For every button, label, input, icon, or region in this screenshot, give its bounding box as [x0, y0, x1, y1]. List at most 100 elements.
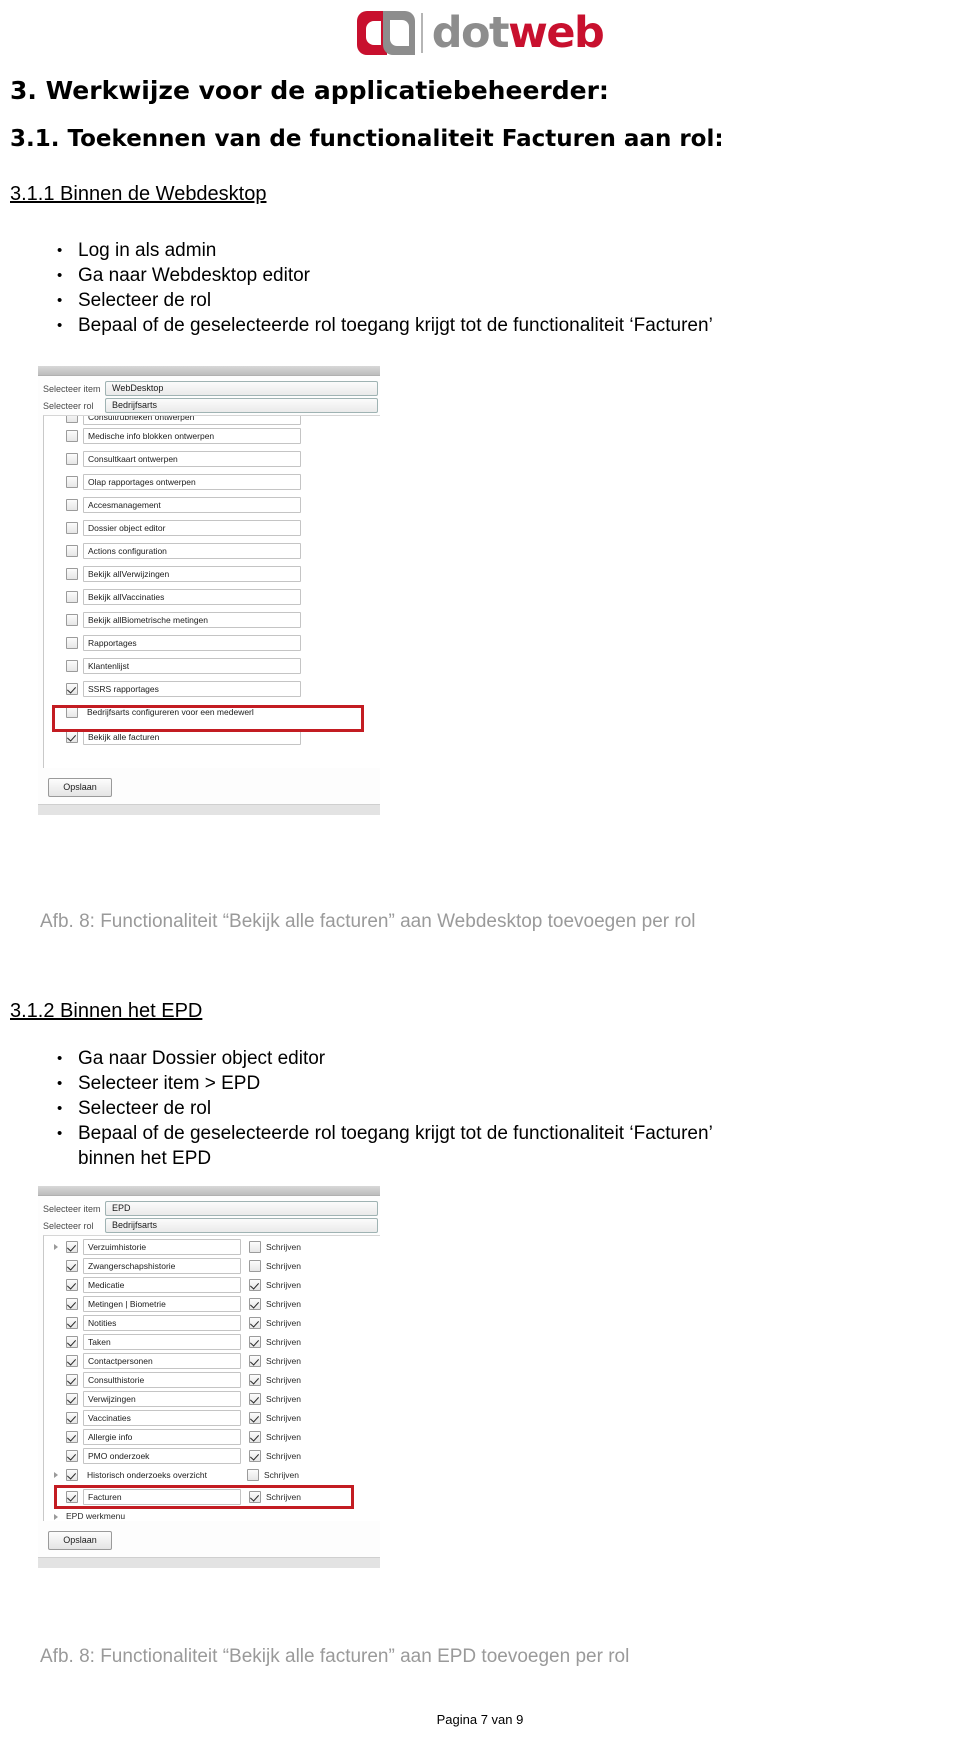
table-row[interactable]: Metingen | Biometrie Schrijven	[44, 1294, 380, 1313]
permission-checkbox[interactable]	[66, 590, 78, 603]
table-row[interactable]: Verzuimhistorie Schrijven	[44, 1237, 380, 1256]
epd-permission-list[interactable]: Verzuimhistorie Schrijven Zwangerschapsh…	[43, 1235, 380, 1521]
write-permission-cell[interactable]: Schrijven	[249, 1240, 301, 1253]
table-row[interactable]: Dossier object editor	[44, 518, 380, 537]
select-item-dropdown[interactable]: EPD	[105, 1201, 378, 1216]
write-checkbox[interactable]	[249, 1411, 261, 1424]
table-row[interactable]: PMO onderzoek Schrijven	[44, 1446, 380, 1465]
write-checkbox[interactable]	[249, 1490, 261, 1503]
expand-arrow-icon[interactable]	[54, 1514, 58, 1520]
table-row[interactable]: Verwijzingen Schrijven	[44, 1389, 380, 1408]
permission-checkbox[interactable]	[66, 1449, 78, 1462]
write-checkbox[interactable]	[249, 1259, 261, 1272]
write-checkbox[interactable]	[249, 1297, 261, 1310]
table-row[interactable]: Allergie info Schrijven	[44, 1427, 380, 1446]
permission-checkbox[interactable]	[66, 416, 78, 423]
expand-arrow-icon[interactable]	[54, 1243, 58, 1250]
write-permission-cell[interactable]: Schrijven	[249, 1411, 301, 1424]
table-row[interactable]: Contactpersonen Schrijven	[44, 1351, 380, 1370]
write-permission-cell[interactable]: Schrijven	[249, 1335, 301, 1348]
permission-checkbox[interactable]	[66, 1316, 78, 1329]
permission-checkbox[interactable]	[66, 429, 78, 442]
save-button[interactable]: Opslaan	[48, 778, 112, 797]
write-checkbox[interactable]	[249, 1240, 261, 1253]
permission-checkbox[interactable]	[66, 1335, 78, 1348]
permission-checkbox[interactable]	[66, 475, 78, 488]
permission-checkbox[interactable]	[66, 1373, 78, 1386]
table-row[interactable]: Consultkaart ontwerpen	[44, 449, 380, 468]
table-row[interactable]: Consulthistorie Schrijven	[44, 1370, 380, 1389]
write-checkbox[interactable]	[249, 1316, 261, 1329]
permission-checkbox[interactable]	[66, 1468, 78, 1481]
table-row[interactable]: Klantenlijst	[44, 656, 380, 675]
table-row[interactable]: Notities Schrijven	[44, 1313, 380, 1332]
write-checkbox[interactable]	[249, 1278, 261, 1291]
write-permission-cell[interactable]: Schrijven	[249, 1490, 301, 1503]
write-permission-cell[interactable]: Schrijven	[249, 1354, 301, 1367]
write-permission-cell[interactable]: Schrijven	[249, 1392, 301, 1405]
table-row[interactable]: Medicatie Schrijven	[44, 1275, 380, 1294]
write-permission-cell[interactable]: Schrijven	[249, 1373, 301, 1386]
table-row[interactable]: Bedrijfsarts configureren voor een medew…	[44, 702, 380, 721]
write-permission-cell[interactable]: Schrijven	[247, 1468, 299, 1481]
permission-checkbox[interactable]	[66, 613, 78, 626]
table-row[interactable]: Historisch onderzoeks overzicht Schrijve…	[44, 1465, 380, 1484]
permission-checkbox[interactable]	[66, 659, 78, 672]
dotweb-logo-icon	[356, 11, 415, 55]
permission-checkbox[interactable]	[66, 567, 78, 580]
permission-checkbox[interactable]	[66, 682, 78, 695]
write-checkbox[interactable]	[249, 1373, 261, 1386]
permission-checkbox[interactable]	[66, 730, 78, 743]
window-statusbar	[38, 804, 380, 815]
table-row[interactable]: Rapportages	[44, 633, 380, 652]
table-row[interactable]: Accesmanagement	[44, 495, 380, 514]
select-role-dropdown[interactable]: Bedrijfsarts	[105, 1218, 378, 1233]
table-row[interactable]: Olap rapportages ontwerpen	[44, 472, 380, 491]
write-checkbox[interactable]	[249, 1354, 261, 1367]
permission-checkbox[interactable]	[66, 1278, 78, 1291]
permission-checkbox[interactable]	[66, 1490, 78, 1503]
table-row[interactable]: Bekijk allBiometrische metingen	[44, 610, 380, 629]
table-row[interactable]: Taken Schrijven	[44, 1332, 380, 1351]
table-row[interactable]: Medische info blokken ontwerpen	[44, 426, 380, 445]
table-row[interactable]: Bekijk allVerwijzingen	[44, 564, 380, 583]
permission-checkbox[interactable]	[66, 705, 78, 718]
table-row[interactable]: Consultrubrieken ontwerpen	[44, 416, 380, 425]
table-row[interactable]: Bekijk allVaccinaties	[44, 587, 380, 606]
expand-arrow-icon[interactable]	[54, 1471, 58, 1478]
write-permission-cell[interactable]: Schrijven	[249, 1316, 301, 1329]
permission-checkbox[interactable]	[66, 1354, 78, 1367]
table-row[interactable]: Zwangerschapshistorie Schrijven	[44, 1256, 380, 1275]
permission-checkbox[interactable]	[66, 1430, 78, 1443]
permission-checkbox[interactable]	[66, 452, 78, 465]
select-role-dropdown[interactable]: Bedrijfsarts	[105, 398, 378, 413]
permission-checkbox[interactable]	[66, 544, 78, 557]
permission-checkbox[interactable]	[66, 636, 78, 649]
webdesktop-permission-list[interactable]: Consultrubrieken ontwerpen Medische info…	[43, 415, 380, 768]
permission-checkbox[interactable]	[66, 498, 78, 511]
permission-checkbox[interactable]	[66, 521, 78, 534]
write-checkbox[interactable]	[249, 1449, 261, 1462]
write-permission-cell[interactable]: Schrijven	[249, 1449, 301, 1462]
table-row[interactable]: Facturen Schrijven	[44, 1487, 380, 1506]
write-permission-cell[interactable]: Schrijven	[249, 1430, 301, 1443]
write-checkbox[interactable]	[249, 1392, 261, 1405]
permission-checkbox[interactable]	[66, 1259, 78, 1272]
permission-checkbox[interactable]	[66, 1411, 78, 1424]
write-permission-cell[interactable]: Schrijven	[249, 1278, 301, 1291]
save-button[interactable]: Opslaan	[48, 1531, 112, 1550]
write-checkbox[interactable]	[249, 1335, 261, 1348]
write-checkbox[interactable]	[247, 1468, 259, 1481]
table-row[interactable]: Vaccinaties Schrijven	[44, 1408, 380, 1427]
table-row[interactable]: Actions configuration	[44, 541, 380, 560]
write-permission-cell[interactable]: Schrijven	[249, 1297, 301, 1310]
write-checkbox[interactable]	[249, 1430, 261, 1443]
permission-checkbox[interactable]	[66, 1392, 78, 1405]
permission-checkbox[interactable]	[66, 1297, 78, 1310]
permission-checkbox[interactable]	[66, 1240, 78, 1253]
table-row[interactable]: Bekijk alle facturen	[44, 727, 380, 746]
write-permission-cell[interactable]: Schrijven	[249, 1259, 301, 1272]
tree-leaf-epd-werkmenu[interactable]: EPD werkmenu	[44, 1510, 380, 1521]
table-row[interactable]: SSRS rapportages	[44, 679, 380, 698]
select-item-dropdown[interactable]: WebDesktop	[105, 381, 378, 396]
